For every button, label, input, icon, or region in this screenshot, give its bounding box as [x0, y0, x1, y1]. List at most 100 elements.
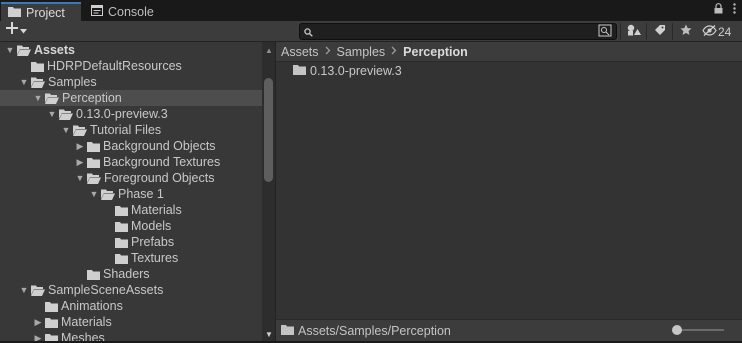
folder-icon [115, 205, 128, 216]
tree-item-label: Samples [48, 75, 97, 89]
tree-item-label: Tutorial Files [90, 123, 162, 137]
tree-item[interactable]: ▼ 0.13.0-preview.3 [0, 106, 262, 122]
breadcrumb-item-assets[interactable]: Assets [281, 45, 319, 59]
add-button[interactable] [6, 22, 27, 37]
tree-item-label: Perception [62, 91, 122, 105]
tree-item[interactable]: ▼ Tutorial Files [0, 122, 262, 138]
folder-icon [293, 64, 306, 78]
tab-project[interactable]: Project [1, 2, 81, 21]
search-by-label-button[interactable] [646, 23, 672, 40]
search-by-type-button[interactable] [620, 23, 646, 40]
favorites-button[interactable] [672, 23, 698, 40]
scroll-down-icon[interactable]: ▼ [265, 330, 273, 339]
expand-arrow-icon[interactable]: ▼ [18, 285, 30, 295]
tree-scrollbar[interactable]: ▲ ▼ [262, 42, 275, 343]
tree-item[interactable]: Prefabs [0, 234, 262, 250]
list-item[interactable]: 0.13.0-preview.3 [293, 64, 402, 78]
tree-item-label: Textures [131, 251, 179, 265]
console-icon [91, 4, 103, 19]
hidden-count-label: 24 [718, 24, 732, 39]
folder-open-icon [31, 77, 45, 88]
expand-arrow-icon[interactable]: ▼ [60, 125, 72, 135]
tree-item-label: Phase 1 [118, 187, 164, 201]
expand-arrow-icon[interactable]: ▼ [4, 45, 16, 55]
tree-item[interactable]: ▼ Assets [0, 42, 262, 58]
tree-item[interactable]: ▼ Phase 1 [0, 186, 262, 202]
tree-item[interactable]: ▶ Materials [0, 314, 262, 330]
folder-open-icon [87, 173, 101, 184]
window-controls [714, 3, 736, 17]
chevron-down-icon [20, 23, 27, 37]
icon-size-slider[interactable] [672, 325, 724, 335]
tree-item[interactable]: Materials [0, 202, 262, 218]
breadcrumb: Assets Samples Perception [276, 42, 742, 62]
collapse-arrow-icon[interactable]: ▶ [74, 141, 86, 152]
folder-icon [8, 6, 21, 20]
tree-item-label: Materials [131, 203, 182, 217]
search-filter-icon[interactable] [598, 24, 614, 41]
status-path: Assets/Samples/Perception [298, 323, 451, 338]
tree-item[interactable]: ▼ Foreground Objects [0, 170, 262, 186]
folder-icon [31, 61, 44, 72]
tree-item-label: SampleSceneAssets [48, 283, 164, 297]
folder-open-icon [17, 45, 31, 56]
expand-arrow-icon[interactable]: ▼ [74, 173, 86, 183]
folder-icon [281, 324, 294, 338]
tree-item[interactable]: Animations [0, 298, 262, 314]
more-options-icon[interactable] [733, 3, 736, 17]
folder-open-icon [73, 125, 87, 136]
tree-item-label: Assets [34, 43, 75, 57]
tab-console[interactable]: Console [84, 2, 172, 21]
tag-icon [654, 24, 666, 39]
folder-tree: ▼ Assets HDRPDefaultResources ▼ Samples ▼ Perc… [0, 42, 262, 343]
eye-slash-icon [702, 24, 717, 39]
star-icon [680, 24, 692, 39]
tree-item[interactable]: ▶ Background Textures [0, 154, 262, 170]
tree-item[interactable]: ▼ Perception [0, 90, 262, 106]
chevron-right-icon [391, 46, 397, 58]
folder-icon [115, 237, 128, 248]
tree-item-label: Background Textures [103, 155, 221, 169]
search-icon [304, 26, 313, 40]
tree-item[interactable]: ▼ SampleSceneAssets [0, 282, 262, 298]
tree-item-label: HDRPDefaultResources [47, 59, 182, 73]
scrollbar-thumb[interactable] [264, 78, 273, 182]
tree-item[interactable]: Textures [0, 250, 262, 266]
tree-item-label: Foreground Objects [104, 171, 215, 185]
expand-arrow-icon[interactable]: ▼ [88, 189, 100, 199]
content-panel: Assets Samples Perception 0.13.0-preview… [276, 42, 742, 343]
tree-item[interactable]: ▶ Background Objects [0, 138, 262, 154]
list-item-label: 0.13.0-preview.3 [310, 64, 402, 78]
tree-item[interactable]: ▼ Samples [0, 74, 262, 90]
folder-icon [87, 157, 100, 168]
chevron-right-icon [325, 46, 331, 58]
tree-item-label: Background Objects [103, 139, 216, 153]
hidden-packages-toggle[interactable]: 24 [698, 23, 731, 40]
tree-item-label: Models [131, 219, 172, 233]
tree-item-label: 0.13.0-preview.3 [76, 107, 168, 121]
breadcrumb-current[interactable]: Perception [403, 45, 468, 59]
tab-label: Console [108, 4, 154, 19]
expand-arrow-icon[interactable]: ▼ [32, 93, 44, 103]
tab-label: Project [26, 5, 65, 20]
tab-bar: Project Console [0, 0, 742, 21]
folder-icon [115, 253, 128, 264]
lock-icon[interactable] [714, 3, 723, 17]
collapse-arrow-icon[interactable]: ▶ [32, 317, 44, 328]
expand-arrow-icon[interactable]: ▼ [46, 109, 58, 119]
scroll-up-icon[interactable]: ▲ [265, 46, 273, 55]
breadcrumb-item-samples[interactable]: Samples [337, 45, 386, 59]
tree-item[interactable]: HDRPDefaultResources [0, 58, 262, 74]
folder-icon [115, 221, 128, 232]
toolbar-icons: 24 [620, 23, 731, 40]
tree-item[interactable]: Shaders [0, 266, 262, 282]
collapse-arrow-icon[interactable]: ▶ [74, 157, 86, 168]
expand-arrow-icon[interactable]: ▼ [18, 77, 30, 87]
status-bar: Assets/Samples/Perception [276, 319, 742, 341]
slider-handle[interactable] [672, 325, 682, 335]
tree-item[interactable]: Models [0, 218, 262, 234]
search-input[interactable] [299, 23, 617, 40]
project-toolbar: 24 [0, 21, 742, 42]
folder-open-icon [45, 93, 59, 104]
folder-icon [45, 301, 58, 312]
